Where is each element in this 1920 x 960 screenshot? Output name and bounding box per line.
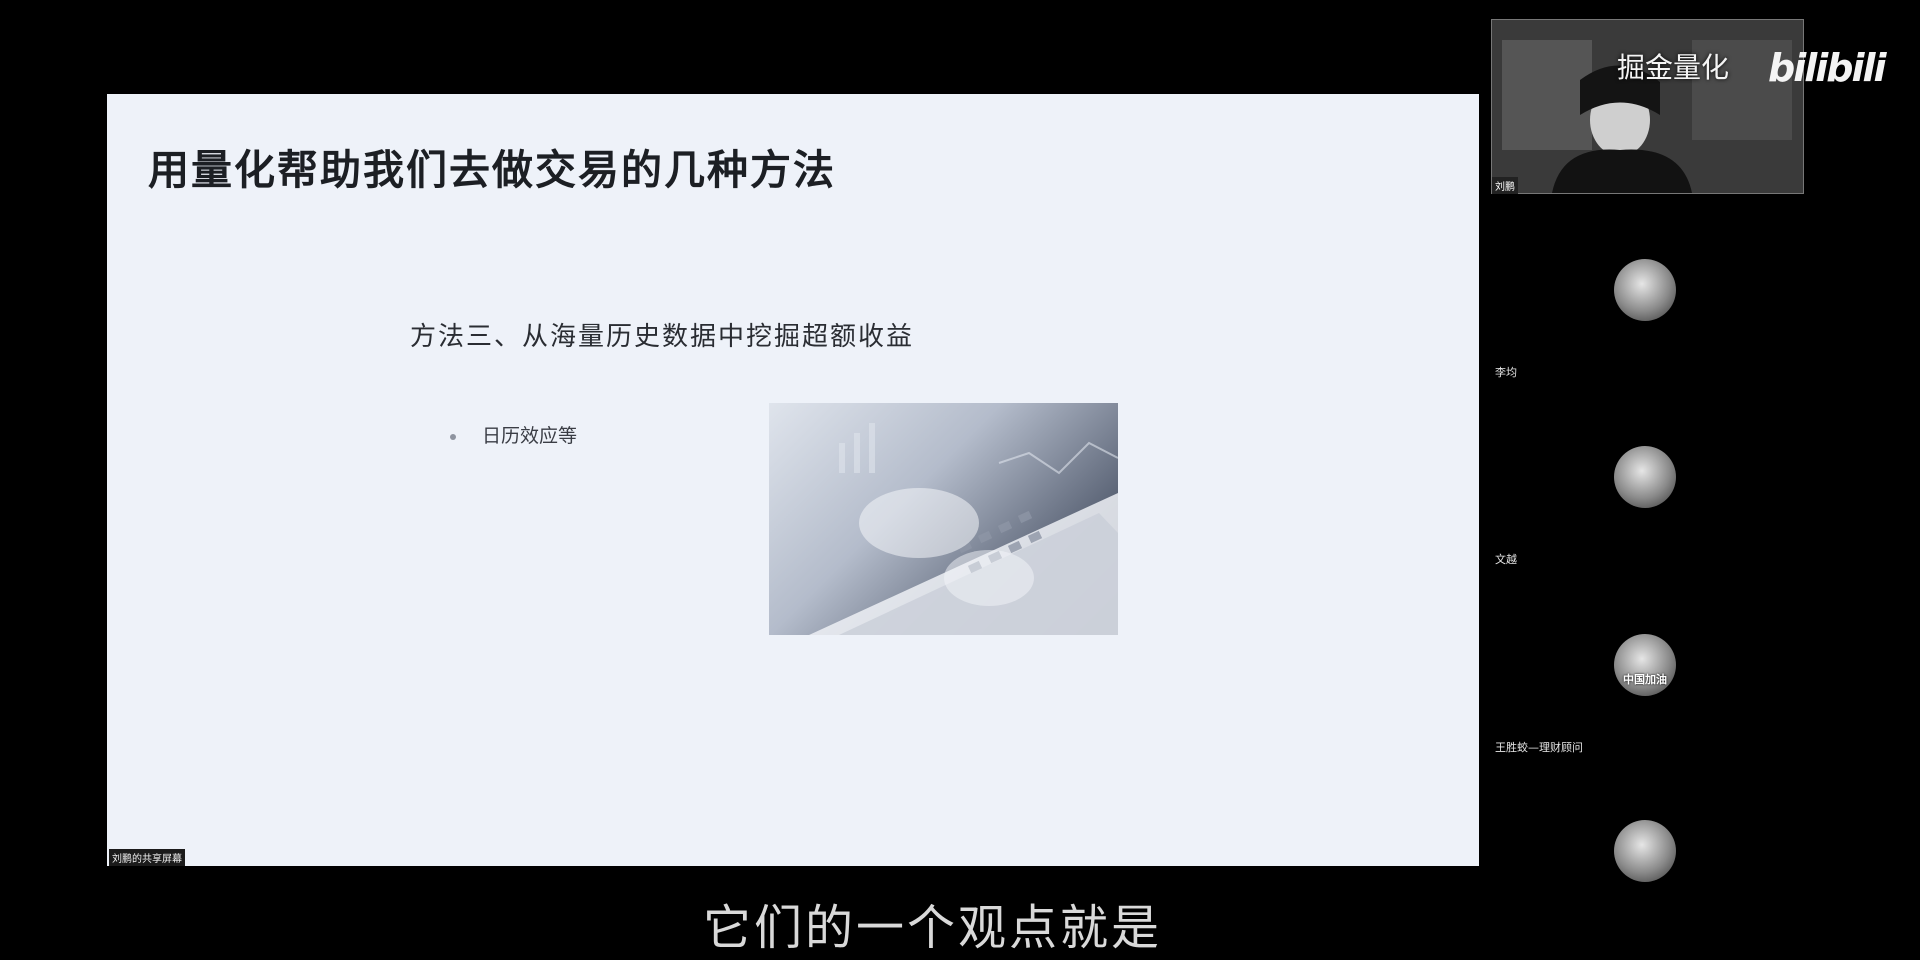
participant-avatar xyxy=(1614,446,1676,508)
participant-avatar: 中国加油 xyxy=(1614,634,1676,696)
screen-share-label: 刘鹏的共享屏幕 xyxy=(109,849,185,866)
participant-name: 李均 xyxy=(1495,366,1517,379)
laptop-keyboard-illustration xyxy=(809,423,1118,635)
presenter-webcam: 掘金量化 xyxy=(1491,19,1804,194)
slide-title: 用量化帮助我们去做交易的几种方法 xyxy=(148,146,836,194)
bullet-item: 日历效应等 xyxy=(450,421,577,448)
webcam-overlay-text: 掘金量化 xyxy=(1617,51,1730,84)
participant-avatar xyxy=(1614,259,1676,321)
participant-name: 文越 xyxy=(1495,553,1517,566)
slide-subtitle: 方法三、从海量历史数据中挖掘超额收益 xyxy=(410,322,915,352)
video-subtitle-caption: 它们的一个观点就是 xyxy=(703,900,1163,956)
bullet-text: 日历效应等 xyxy=(482,425,578,447)
participant-avatar xyxy=(1614,820,1676,882)
bullet-dot-icon xyxy=(450,433,456,440)
shared-screen-slide: 用量化帮助我们去做交易的几种方法 方法三、从海量历史数据中挖掘超额收益 日历效应… xyxy=(107,94,1479,866)
participant-name: 王胜蛟—理财顾问 xyxy=(1495,741,1583,754)
bilibili-logo: bilibili xyxy=(1768,46,1887,90)
laptop-typing-image xyxy=(769,403,1118,635)
webcam-name-label: 刘鹏 xyxy=(1492,177,1518,194)
